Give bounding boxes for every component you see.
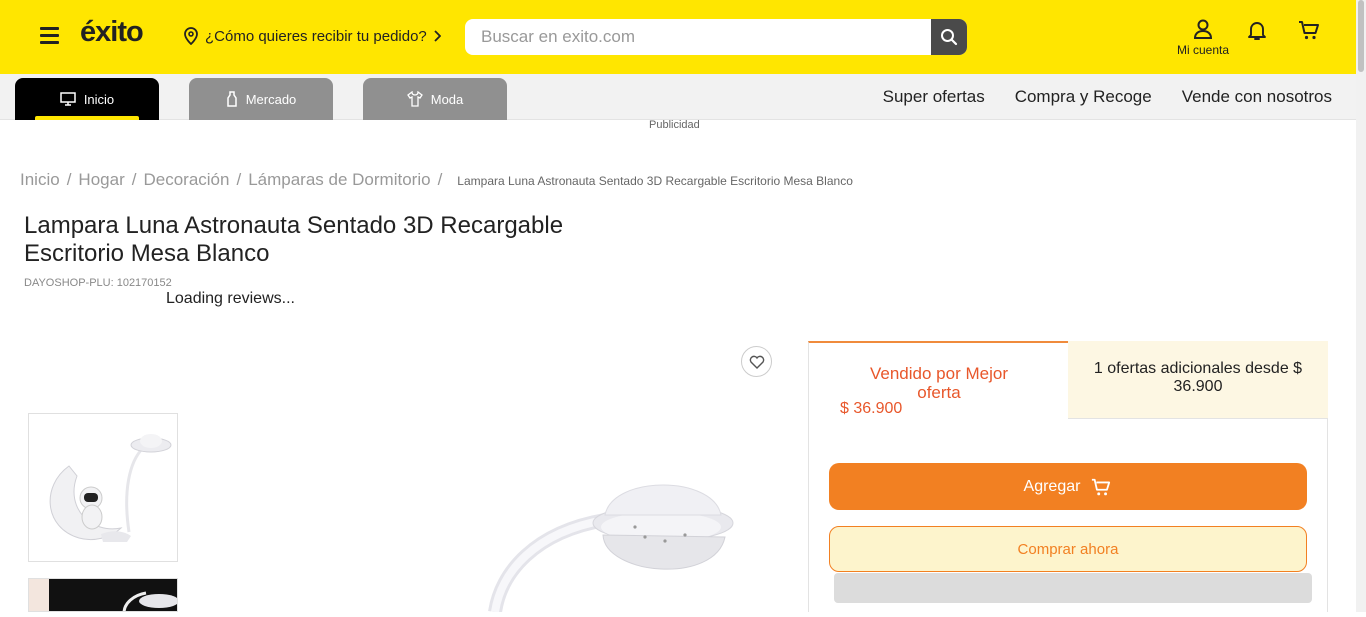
account-label: Mi cuenta [1176, 43, 1230, 57]
search-input[interactable] [465, 19, 931, 55]
shirt-icon [406, 91, 423, 107]
product-plu: DAYOSHOP-PLU: 102170152 [24, 277, 172, 289]
nav-links: Super ofertas Compra y Recoge Vende con … [883, 87, 1332, 107]
breadcrumb-item[interactable]: Decoración [143, 170, 229, 190]
monitor-icon [60, 92, 76, 106]
top-header: éxito ¿Cómo quieres recibir tu pedido? M… [0, 0, 1356, 74]
menu-icon[interactable] [40, 27, 59, 44]
category-nav: Inicio Mercado Moda Super ofertas Compra… [0, 74, 1356, 120]
additional-offers-label: 1 ofertas adicionales desde $ 36.900 [1093, 360, 1303, 395]
tab-label: Moda [430, 91, 464, 107]
seller-name: Vendido por Mejor oferta [870, 364, 1008, 402]
bottle-icon [226, 91, 237, 107]
breadcrumb: Inicio / Hogar / Decoración / Lámparas de D… [20, 170, 853, 190]
user-icon [1193, 19, 1213, 39]
notifications-button[interactable] [1245, 18, 1269, 47]
loading-placeholder [834, 573, 1312, 603]
breadcrumb-item[interactable]: Inicio [20, 170, 60, 190]
search-icon [941, 29, 958, 46]
product-price: $ 36.900 [840, 400, 903, 417]
breadcrumb-item[interactable]: Hogar [78, 170, 124, 190]
moon-astronaut-lamp-image [49, 434, 172, 542]
breadcrumb-separator: / [437, 170, 443, 189]
main-product-image[interactable] [195, 415, 775, 614]
breadcrumb-separator: / [236, 170, 242, 189]
add-to-cart-label: Agregar [1023, 477, 1081, 495]
add-to-cart-button[interactable]: Agregar [829, 463, 1307, 510]
search-bar [465, 19, 967, 55]
ad-label: Publicidad [649, 119, 700, 131]
lamp-dark-photo-image [29, 579, 177, 611]
bell-icon [1248, 22, 1266, 40]
tab-label: Mercado [245, 91, 297, 107]
account-button[interactable]: Mi cuenta [1170, 18, 1236, 57]
breadcrumb-item[interactable]: Lámparas de Dormitorio [248, 170, 430, 190]
additional-offers-tab[interactable]: 1 ofertas adicionales desde $ 36.900 [1068, 341, 1328, 419]
product-thumbnail-1[interactable] [28, 413, 178, 562]
heart-icon [749, 355, 764, 369]
search-button[interactable] [931, 19, 967, 55]
tab-moda[interactable]: Moda [363, 78, 507, 120]
nav-link-vende[interactable]: Vende con nosotros [1182, 87, 1332, 107]
reviews-status: Loading reviews... [166, 290, 295, 307]
buy-now-label: Comprar ahora [1017, 540, 1119, 558]
breadcrumb-separator: / [66, 170, 72, 189]
buy-now-button[interactable]: Comprar ahora [829, 526, 1307, 572]
delivery-location-selector[interactable]: ¿Cómo quieres recibir tu pedido? [183, 27, 441, 45]
location-pin-icon [184, 27, 198, 45]
breadcrumb-current: Lampara Luna Astronauta Sentado 3D Recar… [457, 174, 853, 188]
nav-link-super-ofertas[interactable]: Super ofertas [883, 87, 985, 107]
exito-logo[interactable]: éxito [80, 16, 144, 49]
seller-tab[interactable]: Vendido por Mejor oferta $ 36.900 [808, 341, 1068, 419]
product-title: Lampara Luna Astronauta Sentado 3D Recar… [24, 212, 564, 267]
scrollbar-thumb[interactable] [1358, 0, 1364, 72]
buy-box: Vendido por Mejor oferta $ 36.900 1 ofer… [808, 341, 1328, 612]
tab-label: Inicio [83, 91, 115, 107]
nav-link-compra-recoge[interactable]: Compra y Recoge [1015, 87, 1152, 107]
active-tab-indicator [35, 116, 139, 120]
chevron-right-icon [434, 30, 441, 42]
tab-mercado[interactable]: Mercado [189, 78, 333, 120]
location-prompt: ¿Cómo quieres recibir tu pedido? [205, 27, 427, 45]
product-thumbnail-2[interactable] [28, 578, 178, 612]
page-scrollbar[interactable] [1356, 0, 1366, 612]
cart-button[interactable] [1297, 19, 1321, 46]
lamp-closeup-image [488, 484, 734, 614]
breadcrumb-separator: / [131, 170, 137, 189]
tab-inicio[interactable]: Inicio [15, 78, 159, 120]
favorite-button[interactable] [741, 346, 772, 377]
cart-icon [1299, 21, 1319, 40]
cart-icon [1092, 478, 1111, 495]
